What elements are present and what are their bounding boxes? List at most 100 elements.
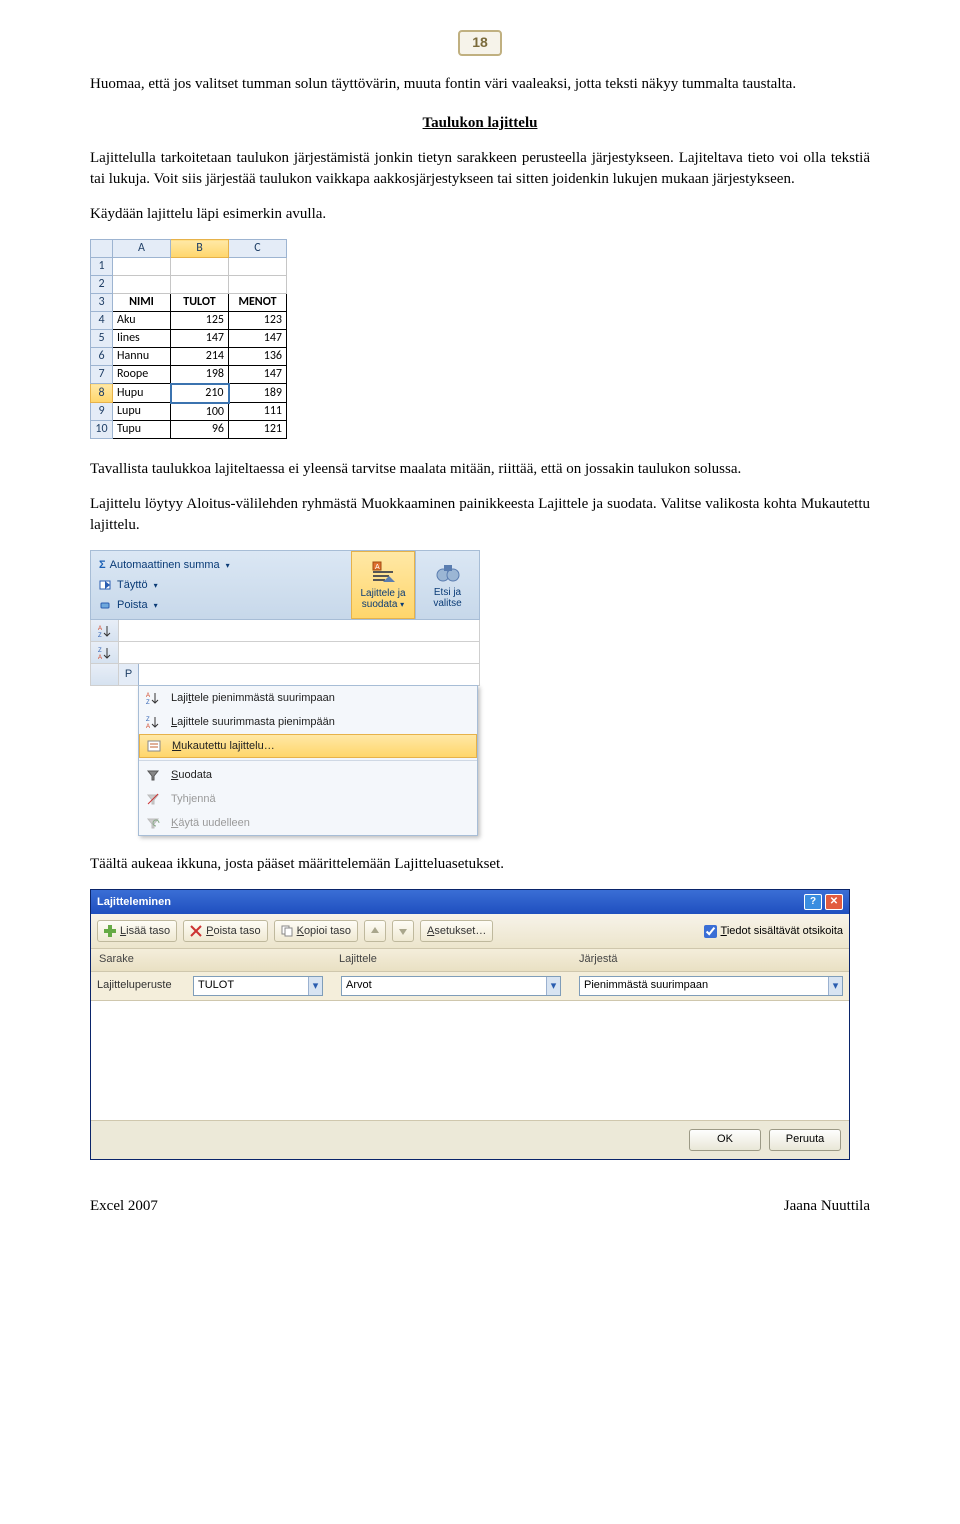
svg-text:A: A	[98, 655, 102, 660]
eraser-icon	[99, 599, 113, 611]
ok-button[interactable]: OK	[689, 1129, 761, 1151]
sort-desc-mini-button[interactable]: ZA	[91, 642, 119, 663]
table-cell[interactable]: Iines	[113, 330, 171, 348]
column-header-a[interactable]: A	[113, 240, 171, 258]
table-cell[interactable]: Hannu	[113, 348, 171, 366]
table-cell[interactable]: 100	[171, 403, 229, 421]
row-header[interactable]: 4	[91, 312, 113, 330]
row-header[interactable]: 8	[91, 384, 113, 403]
fill-label: Täyttö	[117, 578, 148, 593]
sigma-icon: Σ	[99, 558, 106, 573]
active-cell[interactable]: 210	[171, 384, 229, 403]
add-level-button[interactable]: Lisää taso	[97, 920, 177, 942]
has-headers-checkbox[interactable]: Tiedot sisältävät otsikoita	[704, 924, 843, 939]
column-header-c[interactable]: C	[229, 240, 287, 258]
dialog-titlebar[interactable]: Lajitteleminen ? ✕	[91, 890, 849, 914]
table-cell[interactable]: Hupu	[113, 384, 171, 403]
help-button[interactable]: ?	[804, 894, 822, 910]
row-header[interactable]: 3	[91, 294, 113, 312]
table-cell[interactable]: 198	[171, 366, 229, 384]
move-down-button[interactable]	[392, 920, 414, 942]
table-cell[interactable]: 125	[171, 312, 229, 330]
find-select-button[interactable]: Etsi javalitse	[415, 551, 479, 619]
cancel-button[interactable]: Peruuta	[769, 1129, 841, 1151]
svg-text:A: A	[375, 564, 380, 571]
fill-button[interactable]: Täyttö ▾	[99, 578, 343, 593]
svg-text:Z: Z	[98, 633, 102, 638]
button-label: Kopioi taso	[297, 924, 351, 939]
table-cell[interactable]: Aku	[113, 312, 171, 330]
sort-dialog: Lajitteleminen ? ✕ Lisää taso Poista tas…	[90, 889, 850, 1159]
table-cell[interactable]: Tupu	[113, 421, 171, 439]
table-header-cell[interactable]: MENOT	[229, 294, 287, 312]
menu-label: Käytä uudelleen	[171, 816, 250, 831]
table-header-cell[interactable]: TULOT	[171, 294, 229, 312]
column-header-p[interactable]: P	[119, 664, 139, 685]
remove-level-button[interactable]: Poista taso	[183, 920, 267, 942]
column-header-b[interactable]: B	[171, 240, 229, 258]
move-up-button[interactable]	[364, 920, 386, 942]
checkbox-input[interactable]	[704, 925, 717, 938]
row-header[interactable]: 2	[91, 276, 113, 294]
copy-level-button[interactable]: Kopioi taso	[274, 920, 358, 942]
table-cell[interactable]: 111	[229, 403, 287, 421]
body-paragraph: Käydään lajittelu läpi esimerkin avulla.	[90, 204, 870, 225]
table-cell[interactable]: 147	[171, 330, 229, 348]
svg-text:Z: Z	[146, 700, 150, 705]
dialog-body-empty	[91, 1000, 849, 1120]
autosum-label: Automaattinen summa	[110, 558, 220, 573]
table-header-cell[interactable]: NIMI	[113, 294, 171, 312]
clear-label: Poista	[117, 598, 148, 613]
dialog-button-row: OK Peruuta	[91, 1120, 849, 1159]
chevron-down-icon: ▾	[546, 977, 560, 995]
select-value: Pienimmästä suurimpaan	[584, 978, 708, 993]
select-all-corner[interactable]	[91, 240, 113, 258]
table-cell[interactable]: 189	[229, 384, 287, 403]
sort-order-select[interactable]: Pienimmästä suurimpaan ▾	[579, 976, 843, 996]
table-cell[interactable]: 147	[229, 366, 287, 384]
options-button[interactable]: Asetukset…	[420, 920, 493, 942]
chevron-down-icon: ▾	[154, 600, 158, 611]
custom-sort-icon	[144, 739, 164, 753]
header-sarake: Sarake	[91, 949, 331, 970]
row-header[interactable]: 9	[91, 403, 113, 421]
checkbox-label: Tiedot sisältävät otsikoita	[721, 924, 843, 939]
close-button[interactable]: ✕	[825, 894, 843, 910]
row-header[interactable]: 6	[91, 348, 113, 366]
menu-item-sort-desc[interactable]: ZA Lajittele suurimmasta pienimpään	[139, 710, 477, 734]
row-header[interactable]: 7	[91, 366, 113, 384]
button-label: Lisää taso	[120, 924, 170, 939]
row-header[interactable]: 1	[91, 258, 113, 276]
menu-item-filter[interactable]: Suodata	[139, 763, 477, 787]
row-header[interactable]: 10	[91, 421, 113, 439]
table-cell[interactable]: 121	[229, 421, 287, 439]
table-cell[interactable]: Roope	[113, 366, 171, 384]
chevron-down-icon: ▾	[154, 580, 158, 591]
table-cell[interactable]: Lupu	[113, 403, 171, 421]
remove-level-icon	[190, 925, 202, 937]
autosum-button[interactable]: Σ Automaattinen summa ▾	[99, 558, 343, 573]
sort-on-select[interactable]: Arvot ▾	[341, 976, 561, 996]
sort-asc-mini-button[interactable]: AZ	[91, 620, 119, 641]
table-cell[interactable]: 96	[171, 421, 229, 439]
table-cell[interactable]: 136	[229, 348, 287, 366]
body-paragraph: Lajittelulla tarkoitetaan taulukon järje…	[90, 148, 870, 190]
chevron-down-icon: ▾	[828, 977, 842, 995]
clear-button[interactable]: Poista ▾	[99, 598, 343, 613]
sort-asc-icon: AZ	[143, 691, 163, 705]
menu-item-custom-sort[interactable]: Mukautettu lajittelu…	[139, 734, 477, 758]
table-cell[interactable]: 147	[229, 330, 287, 348]
sort-level-row: Lajitteluperuste TULOT ▾ Arvot ▾ Pienimm…	[91, 972, 849, 1000]
filter-icon	[143, 768, 163, 782]
sort-column-select[interactable]: TULOT ▾	[193, 976, 323, 996]
table-cell[interactable]: 214	[171, 348, 229, 366]
menu-item-sort-asc[interactable]: AZ Lajittele pienimmästä suurimpaan	[139, 686, 477, 710]
svg-text:Z: Z	[146, 717, 150, 723]
button-label: Poista taso	[206, 924, 260, 939]
menu-label: Lajittele pienimmästä suurimpaan	[171, 691, 335, 706]
table-cell[interactable]: 123	[229, 312, 287, 330]
row-header[interactable]: 5	[91, 330, 113, 348]
find-select-label2: valitse	[433, 598, 461, 609]
sort-filter-button[interactable]: A Lajittele jasuodata ▾	[351, 551, 415, 619]
menu-label: Lajittele suurimmasta pienimpään	[171, 715, 335, 730]
